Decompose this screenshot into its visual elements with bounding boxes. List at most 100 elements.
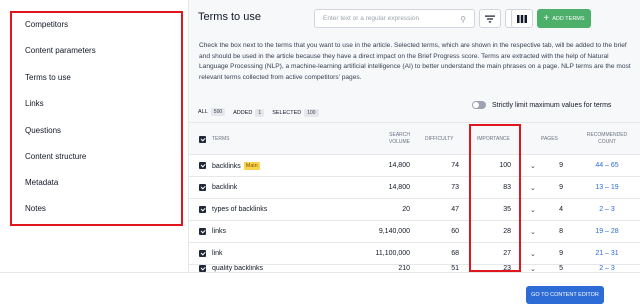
go-to-content-editor-button[interactable]: GO TO CONTENT EDITOR bbox=[526, 286, 604, 304]
tab-added-count: 1 bbox=[255, 108, 265, 117]
sidebar-item-content-structure[interactable]: Content structure bbox=[25, 152, 86, 161]
sidebar-item-notes[interactable]: Notes bbox=[25, 204, 46, 213]
search-input[interactable]: Enter text or a regular expression ⚲ bbox=[314, 9, 475, 28]
header-terms[interactable]: TERMS bbox=[212, 136, 230, 143]
chevron-down-icon[interactable]: ⌄ bbox=[530, 265, 536, 272]
table-header: TERMS SEARCH VOLUME DIFFICULTY IMPORTANC… bbox=[189, 122, 640, 155]
main-panel: Terms to use Enter text or a regular exp… bbox=[188, 0, 640, 272]
search-icon: ⚲ bbox=[460, 15, 466, 24]
search-volume-cell: 11,100,000 bbox=[375, 250, 410, 257]
term-cell: backlink bbox=[212, 184, 237, 191]
plus-icon: + bbox=[543, 12, 550, 24]
columns-button[interactable] bbox=[511, 9, 533, 28]
tab-selected[interactable]: SELECTED 100 bbox=[272, 108, 319, 117]
search-volume-cell: 210 bbox=[398, 265, 410, 272]
table-row[interactable]: quality backlinks 210 51 23 ⌄ 5 2 – 3 bbox=[189, 265, 640, 272]
recommended-count-cell[interactable]: 2 – 3 bbox=[582, 206, 632, 213]
header-pages[interactable]: PAGES bbox=[541, 136, 558, 143]
select-all-checkbox[interactable] bbox=[199, 136, 206, 143]
limit-toggle[interactable] bbox=[472, 101, 486, 109]
row-checkbox[interactable] bbox=[199, 162, 206, 169]
app-root: Competitors Content parameters Terms to … bbox=[0, 0, 640, 307]
table-row[interactable]: backlink 14,800 73 83 ⌄ 9 13 – 19 bbox=[189, 177, 640, 199]
recommended-count-cell[interactable]: 44 – 65 bbox=[582, 162, 632, 169]
recommended-count-cell[interactable]: 2 – 3 bbox=[582, 265, 632, 272]
search-placeholder: Enter text or a regular expression bbox=[323, 15, 420, 22]
row-checkbox[interactable] bbox=[199, 250, 206, 257]
difficulty-cell: 60 bbox=[451, 228, 459, 235]
main-badge: Main bbox=[243, 162, 260, 170]
term-text: quality backlinks bbox=[212, 265, 263, 272]
difficulty-cell: 47 bbox=[451, 206, 459, 213]
term-text: link bbox=[212, 250, 223, 257]
search-volume-cell: 9,140,000 bbox=[378, 228, 410, 235]
pages-cell: 9 bbox=[559, 250, 563, 257]
pages-cell: 5 bbox=[559, 265, 563, 272]
description-text: Check the box next to the terms that you… bbox=[199, 42, 631, 81]
tab-added[interactable]: ADDED 1 bbox=[233, 108, 265, 117]
chevron-down-icon[interactable]: ⌄ bbox=[530, 184, 536, 192]
filter-tabs: ALL 500 ADDED 1 SELECTED 100 bbox=[198, 102, 319, 123]
search-volume-cell: 20 bbox=[402, 206, 410, 213]
filter-icon bbox=[485, 15, 495, 22]
difficulty-cell: 51 bbox=[451, 265, 459, 272]
page-title: Terms to use bbox=[198, 11, 261, 23]
terms-table: TERMS SEARCH VOLUME DIFFICULTY IMPORTANC… bbox=[189, 122, 640, 272]
tab-all-label: ALL bbox=[198, 109, 208, 115]
search-volume-cell: 14,800 bbox=[388, 162, 410, 169]
footer-bar: GO TO CONTENT EDITOR bbox=[0, 272, 640, 307]
header-search-volume-line2: VOLUME bbox=[388, 139, 410, 145]
difficulty-cell: 73 bbox=[451, 184, 459, 191]
recommended-count-cell[interactable]: 13 – 19 bbox=[582, 184, 632, 191]
header-recommended-line1: RECOMMENDED bbox=[586, 132, 628, 138]
table-row[interactable]: link 11,100,000 68 27 ⌄ 9 21 – 31 bbox=[189, 243, 640, 265]
chevron-down-icon[interactable]: ⌄ bbox=[530, 250, 536, 258]
row-checkbox[interactable] bbox=[199, 228, 206, 235]
add-terms-label: ADD TERMS bbox=[552, 15, 585, 22]
sidebar-item-terms-to-use[interactable]: Terms to use bbox=[25, 73, 71, 82]
term-cell: links bbox=[212, 228, 226, 235]
table-row[interactable]: backlinks Main 14,800 74 100 ⌄ 9 44 – 65 bbox=[189, 155, 640, 177]
importance-highlight-frame bbox=[469, 124, 521, 272]
limit-toggle-group: Strictly limit maximum values for terms bbox=[472, 101, 611, 109]
term-text: backlinks bbox=[212, 162, 241, 170]
header-search-volume-line1: SEARCH bbox=[389, 132, 410, 138]
pages-cell: 9 bbox=[559, 162, 563, 169]
tab-all[interactable]: ALL 500 bbox=[198, 108, 226, 123]
limit-toggle-label: Strictly limit maximum values for terms bbox=[492, 101, 612, 109]
sidebar-item-competitors[interactable]: Competitors bbox=[25, 20, 68, 29]
chevron-down-icon[interactable]: ⌄ bbox=[530, 228, 536, 236]
header-recommended-count[interactable]: RECOMMENDED COUNT bbox=[578, 132, 636, 146]
tab-added-label: ADDED bbox=[233, 109, 253, 116]
sidebar-item-metadata[interactable]: Metadata bbox=[25, 178, 58, 187]
chevron-down-icon[interactable]: ⌄ bbox=[530, 206, 536, 214]
pages-cell: 9 bbox=[559, 184, 563, 191]
table-row[interactable]: types of backlinks 20 47 35 ⌄ 4 2 – 3 bbox=[189, 199, 640, 221]
term-cell: types of backlinks bbox=[212, 206, 267, 213]
term-text: links bbox=[212, 228, 227, 235]
header-recommended-line2: COUNT bbox=[598, 139, 616, 145]
recommended-count-cell[interactable]: 21 – 31 bbox=[582, 250, 632, 257]
row-checkbox[interactable] bbox=[199, 184, 206, 191]
table-row[interactable]: links 9,140,000 60 28 ⌄ 8 19 – 28 bbox=[189, 221, 640, 243]
chevron-down-icon[interactable]: ⌄ bbox=[530, 162, 536, 170]
sidebar-item-content-parameters[interactable]: Content parameters bbox=[25, 46, 96, 55]
row-checkbox[interactable] bbox=[199, 265, 206, 272]
term-text: types of backlinks bbox=[212, 206, 268, 213]
sidebar-item-links[interactable]: Links bbox=[25, 99, 44, 108]
sidebar-item-questions[interactable]: Questions bbox=[25, 126, 61, 135]
tab-selected-count: 100 bbox=[304, 108, 319, 117]
recommended-count-cell[interactable]: 19 – 28 bbox=[582, 228, 632, 235]
tab-selected-label: SELECTED bbox=[272, 109, 302, 116]
header-search-volume[interactable]: SEARCH VOLUME bbox=[377, 132, 410, 146]
term-cell: quality backlinks bbox=[212, 265, 263, 272]
filter-button[interactable] bbox=[479, 9, 501, 28]
tab-all-count: 500 bbox=[210, 108, 226, 116]
add-terms-button[interactable]: + ADD TERMS bbox=[537, 9, 591, 28]
pages-cell: 4 bbox=[559, 206, 563, 213]
search-volume-cell: 14,800 bbox=[388, 184, 410, 191]
term-text: backlink bbox=[212, 184, 238, 191]
term-cell: link bbox=[212, 250, 223, 257]
row-checkbox[interactable] bbox=[199, 206, 206, 213]
header-difficulty[interactable]: DIFFICULTY bbox=[425, 136, 454, 143]
